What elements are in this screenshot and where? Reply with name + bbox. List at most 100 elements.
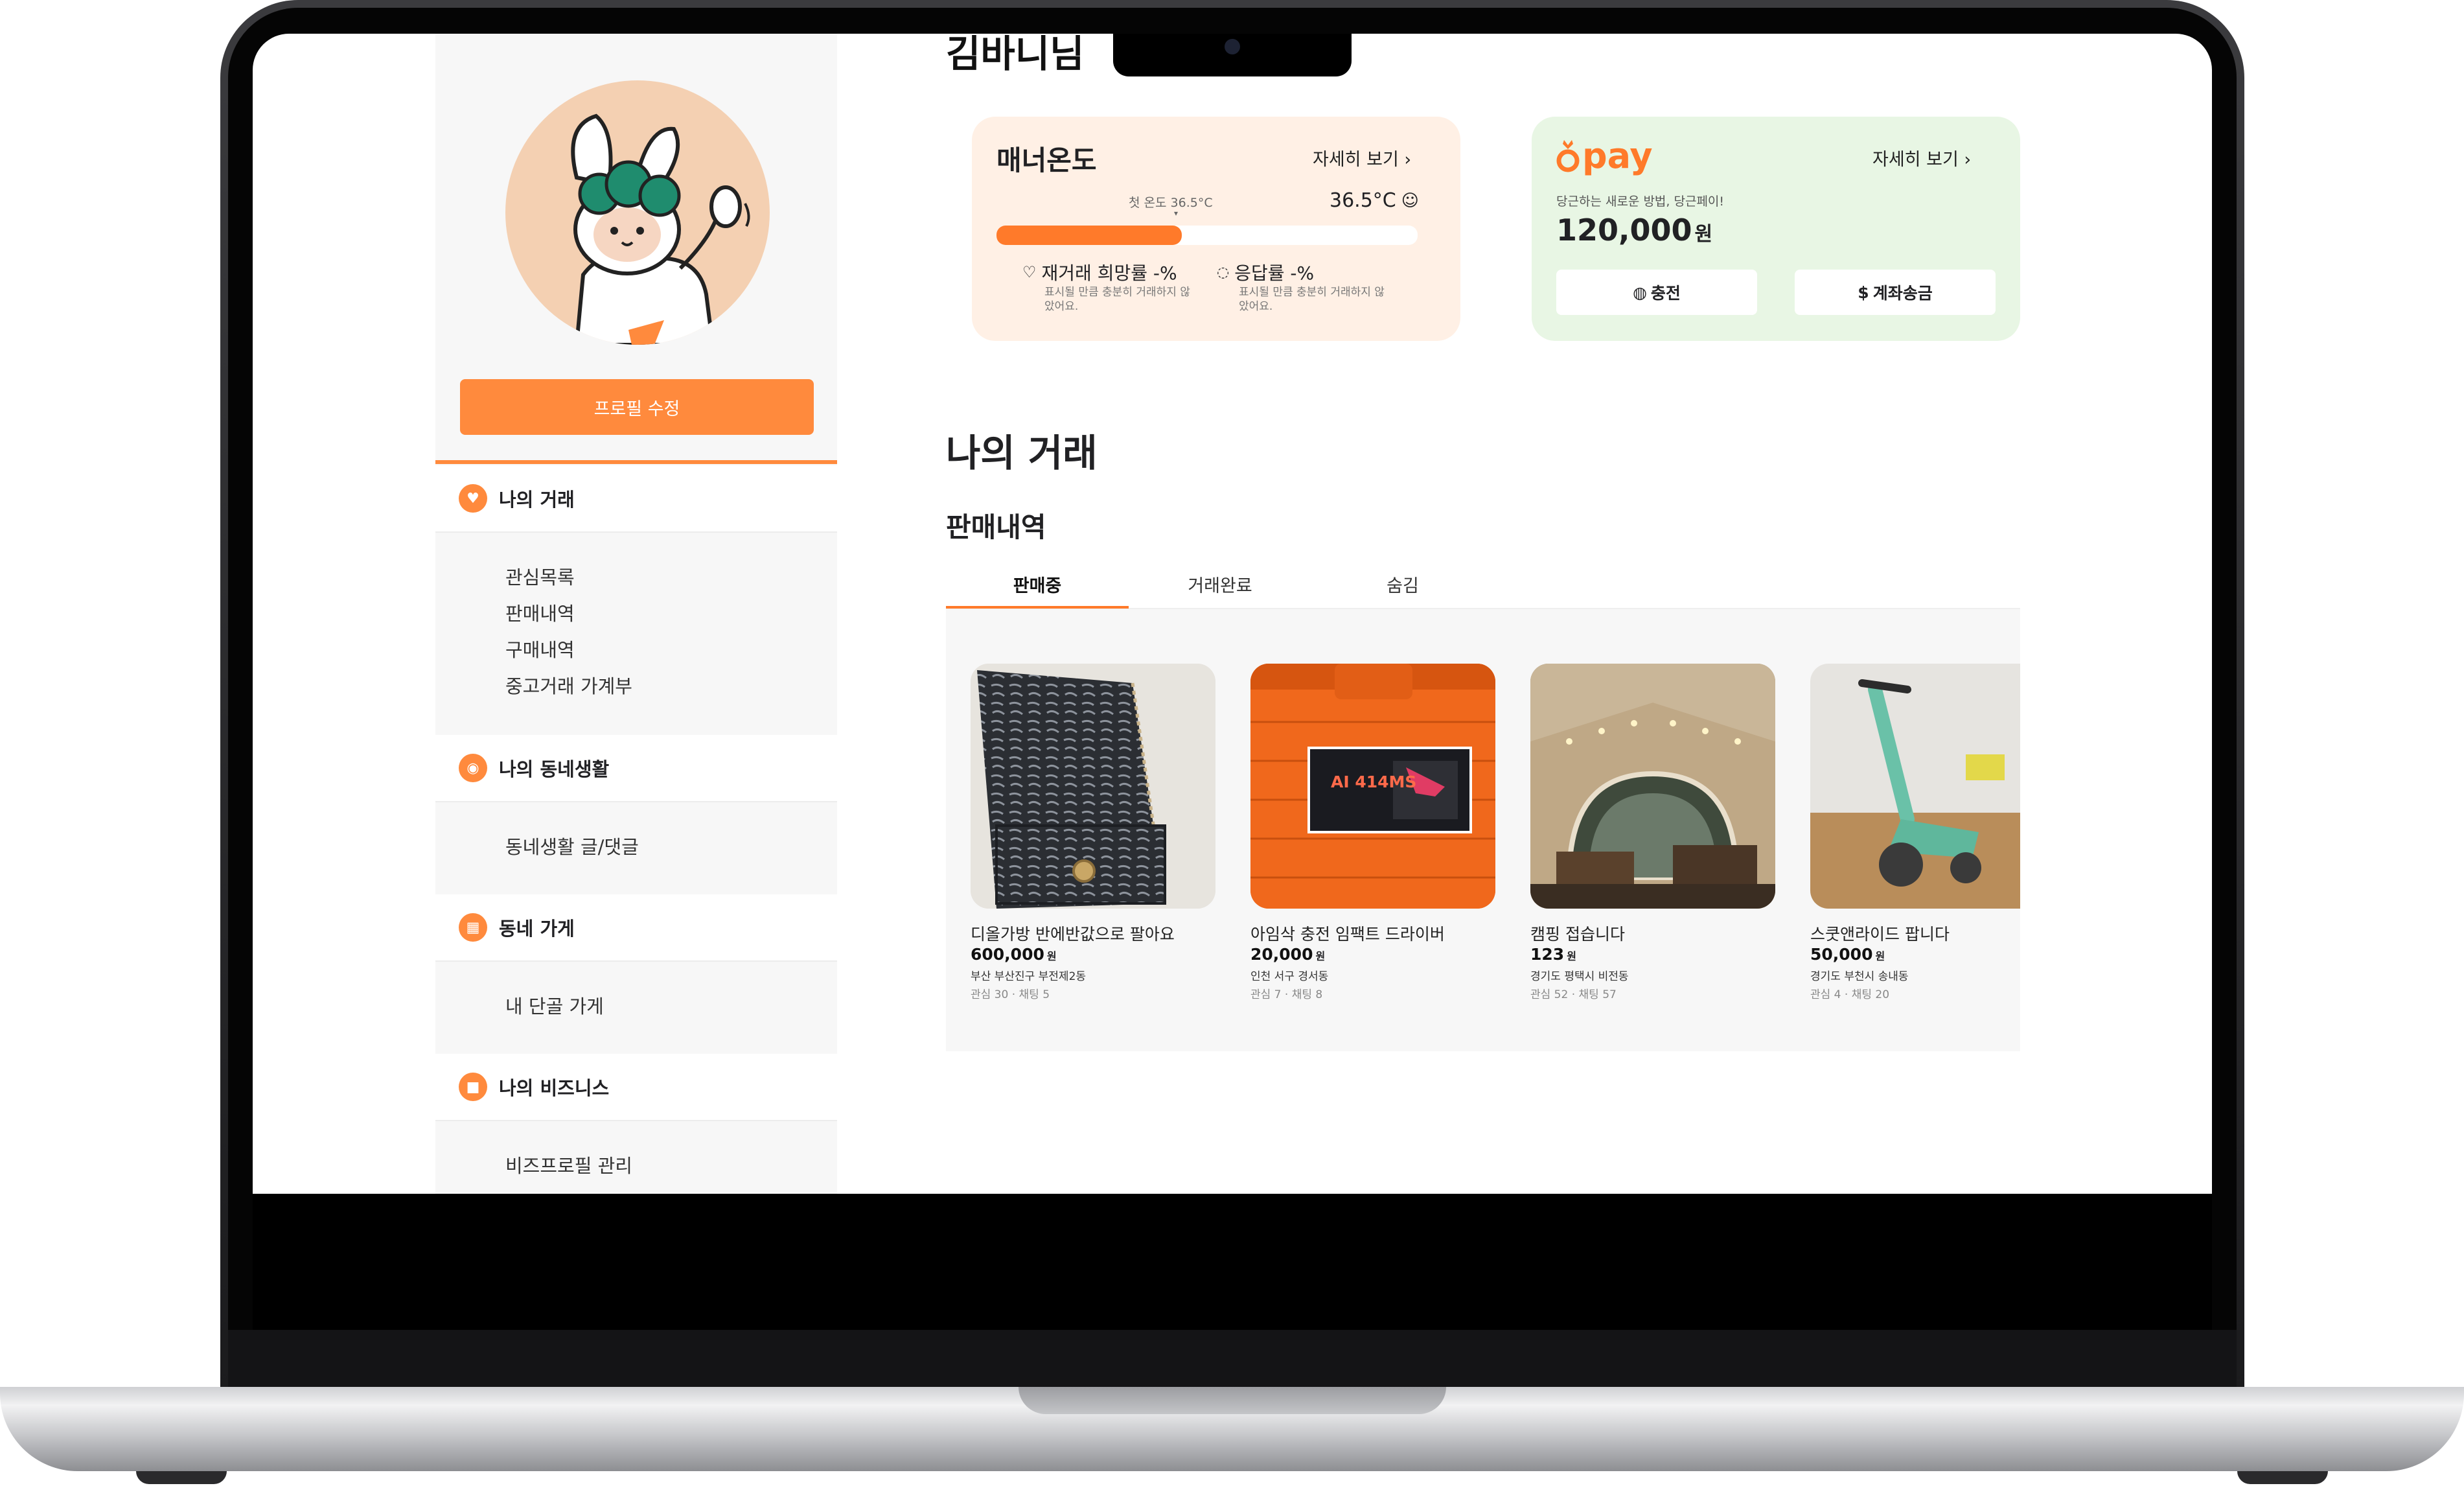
laptop-foot-left xyxy=(136,1471,227,1484)
screen: 프로필 수정 ♥ 나의 거래 관심목록 판매내역 구매내역 중고거래 가계부 ◉… xyxy=(253,34,2212,1194)
pay-logo-text: pay xyxy=(1582,135,1653,176)
dollar-circle-icon: $ xyxy=(1858,283,1869,302)
pay-balance-value: 120,000 xyxy=(1556,213,1692,248)
pay-logo: pay xyxy=(1556,139,1653,174)
temperature-value: 36.5°C xyxy=(1330,189,1396,212)
sidebar-section-label: 동네 가게 xyxy=(499,918,575,940)
pay-balance-unit: 원 xyxy=(1694,223,1713,246)
first-temp-marker-icon: ▾ xyxy=(1174,209,1179,218)
chevron-right-icon: › xyxy=(1404,150,1412,170)
listing-title: 아임삭 충전 임팩트 드라이버 xyxy=(1250,925,1445,944)
listing-price: 50,000 원 xyxy=(1810,945,1885,964)
sidebar-item-ledger[interactable]: 중고거래 가계부 xyxy=(505,671,632,699)
sidebar-accent-rule xyxy=(435,460,837,464)
sidebar-section-label: 나의 동네생활 xyxy=(499,758,610,780)
edit-profile-button[interactable]: 프로필 수정 xyxy=(460,379,814,435)
temperature-bar xyxy=(996,226,1418,245)
more-label: 자세히 보기 xyxy=(1872,150,1959,170)
rebuy-rate-note: 표시될 만큼 충분히 거래하지 않았어요. xyxy=(1044,286,1190,313)
tab-completed[interactable]: 거래완료 xyxy=(1129,559,1311,609)
sidebar-section-neighborhood[interactable]: ◉ 나의 동네생활 xyxy=(435,735,837,802)
tent-image xyxy=(1530,664,1775,909)
active-tab-indicator xyxy=(946,606,1129,609)
sidebar-section-my-trades[interactable]: ♥ 나의 거래 xyxy=(435,465,837,533)
charge-button[interactable]: ◍ 충전 xyxy=(1556,270,1757,315)
listing-location: 인천 서구 경서동 xyxy=(1250,970,1329,983)
charge-label: 충전 xyxy=(1650,284,1681,303)
listing-price: 600,000 원 xyxy=(971,945,1057,964)
rebuy-rate-label: 재거래 희망률 -% xyxy=(1041,262,1177,284)
response-rate: ◌ 응답률 -% xyxy=(1217,259,1314,285)
listing-price-unit: 원 xyxy=(1567,950,1576,962)
listing-card[interactable]: 캠핑 접습니다 123 원 경기도 평택시 비전동 관심 52 · 채팅 57 xyxy=(1530,664,1775,1001)
profile-avatar xyxy=(505,80,770,345)
sidebar-item-biz-profile[interactable]: 비즈프로필 관리 xyxy=(505,1151,632,1178)
bunny-avatar-illustration xyxy=(571,113,750,345)
transfer-button[interactable]: $ 계좌송금 xyxy=(1795,270,1996,315)
my-trades-title: 나의 거래 xyxy=(946,431,1098,475)
first-temp-label: 첫 온도 36.5°C xyxy=(1129,196,1213,210)
heart-icon: ♥ xyxy=(459,484,487,513)
greeting-title: 김바니님 xyxy=(946,34,1085,76)
sidebar-item-sales-history[interactable]: 판매내역 xyxy=(505,599,575,626)
listing-price-unit: 원 xyxy=(1875,950,1885,962)
webcam xyxy=(1225,39,1240,54)
listing-price: 20,000 원 xyxy=(1250,945,1325,964)
listing-price-unit: 원 xyxy=(1046,950,1057,962)
tab-selling[interactable]: 판매중 xyxy=(946,559,1129,609)
listing-card[interactable]: 디올가방 반에반값으로 팔아요 600,000 원 부산 부산진구 부전제2동 … xyxy=(971,664,1215,1001)
sales-history-title: 판매내역 xyxy=(946,511,1046,543)
laptop-foot-right xyxy=(2237,1471,2328,1484)
manner-more-link[interactable]: 자세히 보기 › xyxy=(1313,145,1411,170)
sidebar-item-favorite-shops[interactable]: 내 단골 가게 xyxy=(505,992,604,1019)
sidebar-item-posts-comments[interactable]: 동네생활 글/댓글 xyxy=(505,832,639,859)
pay-tagline: 당근하는 새로운 방법, 당근페이! xyxy=(1556,194,1725,209)
chat-bubble-icon: ◉ xyxy=(459,754,487,782)
listing-meta: 관심 7 · 채팅 8 xyxy=(1250,988,1323,1001)
sidebar-section-label: 나의 비즈니스 xyxy=(499,1077,610,1099)
transfer-label: 계좌송금 xyxy=(1872,284,1933,303)
drill-box-label: AI 414MS xyxy=(1331,773,1417,791)
store-icon: ▦ xyxy=(459,913,487,942)
listing-title: 캠핑 접습니다 xyxy=(1530,925,1625,944)
listing-price-value: 50,000 xyxy=(1810,945,1873,964)
chevron-right-icon: › xyxy=(1964,150,1972,170)
listing-title: 스쿳앤라이드 팝니다 xyxy=(1810,925,1950,944)
temperature-bar-fill xyxy=(996,226,1182,245)
sidebar-item-wishlist[interactable]: 관심목록 xyxy=(505,563,575,590)
sidebar-section-business[interactable]: ■ 나의 비즈니스 xyxy=(435,1054,837,1121)
pay-more-link[interactable]: 자세히 보기 › xyxy=(1872,145,1971,170)
coins-icon: ◍ xyxy=(1633,283,1647,302)
manner-title: 매너온도 xyxy=(996,145,1097,176)
listing-meta: 관심 52 · 채팅 57 xyxy=(1530,988,1617,1001)
listing-title: 디올가방 반에반값으로 팔아요 xyxy=(971,925,1175,944)
heart-outline-icon: ♡ xyxy=(1022,263,1037,281)
listing-location: 경기도 부천시 송내동 xyxy=(1810,970,1909,983)
listing-card[interactable]: 스쿳앤라이드 팝니다 50,000 원 경기도 부천시 송내동 관심 4 · 채… xyxy=(1810,664,2020,1001)
chat-outline-icon: ◌ xyxy=(1217,264,1230,281)
sidebar-section-local-shops[interactable]: ▦ 동네 가게 xyxy=(435,894,837,962)
listing-meta: 관심 4 · 채팅 20 xyxy=(1810,988,1890,1001)
listing-price-value: 123 xyxy=(1530,945,1565,964)
more-label: 자세히 보기 xyxy=(1313,150,1399,170)
laptop-base-notch xyxy=(1019,1387,1446,1414)
response-rate-note: 표시될 만큼 충분히 거래하지 않았어요. xyxy=(1239,286,1385,313)
smiley-icon: ☺ xyxy=(1401,191,1419,211)
listing-location: 경기도 평택시 비전동 xyxy=(1530,970,1629,983)
tab-hidden[interactable]: 숨김 xyxy=(1311,559,1494,609)
listing-location: 부산 부산진구 부전제2동 xyxy=(971,970,1087,983)
carrot-icon xyxy=(1556,140,1580,172)
screen-black-band xyxy=(253,1194,2212,1330)
listing-price-value: 600,000 xyxy=(971,945,1044,964)
laptop-chin xyxy=(228,1330,2237,1388)
rebuy-rate: ♡ 재거래 희망률 -% xyxy=(1022,259,1177,285)
listing-panel: 디올가방 반에반값으로 팔아요 600,000 원 부산 부산진구 부전제2동 … xyxy=(946,609,2020,1051)
sidebar-item-purchase-history[interactable]: 구매내역 xyxy=(505,635,575,662)
sidebar-section-label: 나의 거래 xyxy=(499,489,575,511)
listing-meta: 관심 30 · 채팅 5 xyxy=(971,988,1050,1001)
response-rate-label: 응답률 -% xyxy=(1234,262,1315,284)
pay-balance: 120,000 원 xyxy=(1556,213,1712,248)
listing-card[interactable]: AI 414MS 아임삭 충전 임팩트 드라이버 20,000 원 인천 서구 … xyxy=(1250,664,1495,1001)
manner-temperature-card: 매너온도 자세히 보기 › 첫 온도 36.5°C ▾ 36.5°C ☺ ♡ 재… xyxy=(972,117,1460,341)
bag-image xyxy=(971,664,1215,909)
